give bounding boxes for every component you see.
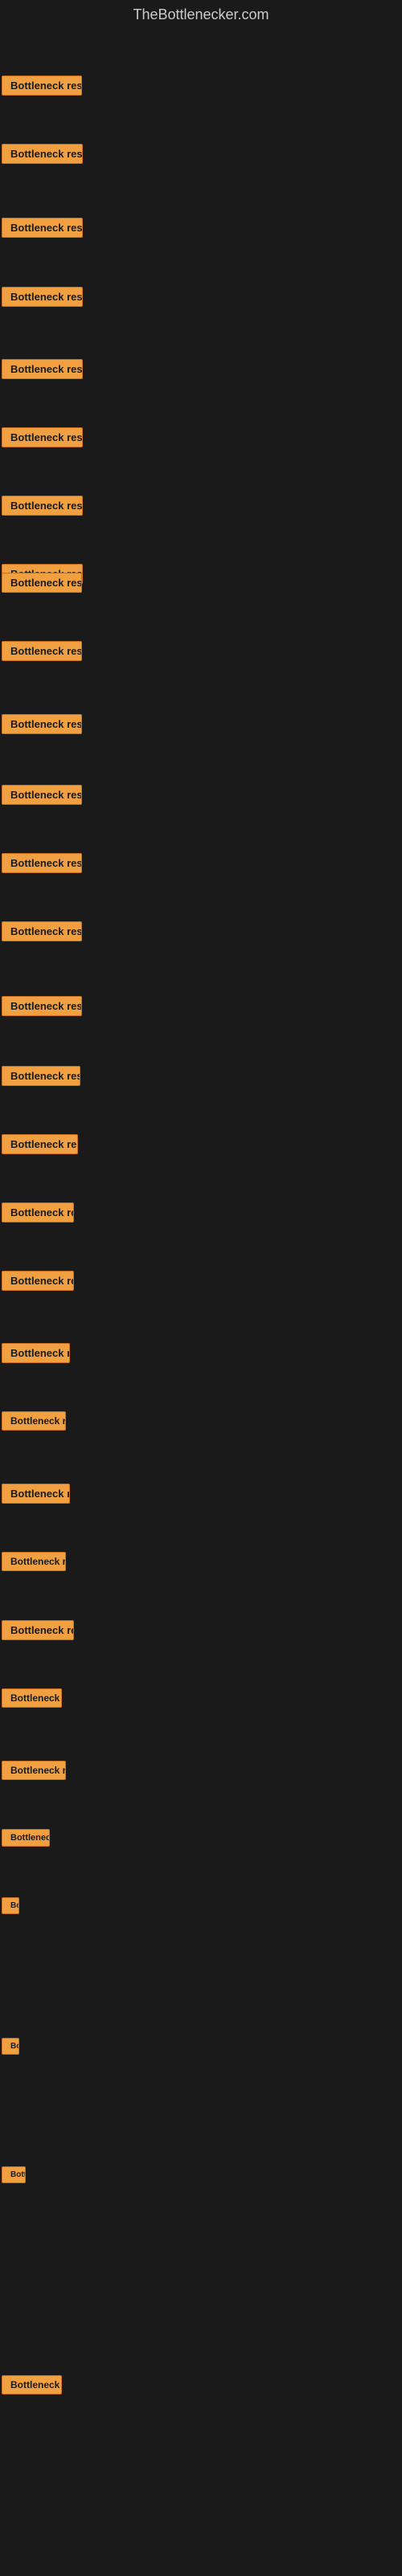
bottleneck-badge[interactable]: Bottleneck result xyxy=(2,76,82,96)
bottleneck-row: Bottleneck result xyxy=(2,287,83,311)
bottleneck-badge[interactable]: Bottleneck result xyxy=(2,1484,70,1504)
bottleneck-row: Bottleneck result xyxy=(2,76,82,100)
bottleneck-badge[interactable]: Bottleneck result xyxy=(2,359,83,379)
bottleneck-row: Bottleneck result xyxy=(2,2375,62,2398)
bottleneck-badge[interactable]: Bottleneck result xyxy=(2,1066,80,1086)
bottleneck-row: Bottleneck result xyxy=(2,996,82,1020)
bottleneck-row: Bottleneck result xyxy=(2,573,82,597)
bottleneck-row: Bottleneck result xyxy=(2,144,83,168)
bottleneck-row: Bottleneck result xyxy=(2,1620,74,1644)
bottleneck-row: Bottleneck result xyxy=(2,218,83,242)
bottleneck-row: Bottleneck result xyxy=(2,2038,19,2059)
bottleneck-badge[interactable]: Bottleneck result xyxy=(2,1271,74,1291)
bottleneck-badge[interactable]: Bottleneck result xyxy=(2,1620,74,1640)
bottleneck-badge[interactable]: Bottleneck result xyxy=(2,1897,19,1914)
bottleneck-badge[interactable]: Bottleneck result xyxy=(2,641,82,661)
bottleneck-badge[interactable]: Bottleneck result xyxy=(2,496,83,516)
bottleneck-row: Bottleneck result xyxy=(2,641,82,665)
bottleneck-badge[interactable]: Bottleneck result xyxy=(2,1134,78,1154)
bottleneck-row: Bottleneck result xyxy=(2,1484,70,1508)
bottleneck-row: Bottleneck result xyxy=(2,359,83,383)
bottleneck-row: Bottleneck result xyxy=(2,1829,50,1851)
bottleneck-row: Bottleneck result xyxy=(2,1897,19,1918)
bottleneck-row: Bottleneck result xyxy=(2,1552,66,1575)
bottleneck-row: Bottleneck result xyxy=(2,427,83,451)
bottleneck-badge[interactable]: Bottleneck result xyxy=(2,218,83,238)
bottleneck-badge[interactable]: Bottleneck result xyxy=(2,1411,66,1431)
bottleneck-row: Bottleneck result xyxy=(2,2166,26,2187)
bottleneck-row: Bottleneck result xyxy=(2,785,82,809)
bottleneck-row: Bottleneck result xyxy=(2,1688,62,1712)
bottleneck-badge[interactable]: Bottleneck result xyxy=(2,785,82,805)
bottleneck-row: Bottleneck result xyxy=(2,1343,70,1367)
bottleneck-badge[interactable]: Bottleneck result xyxy=(2,1688,62,1708)
bottleneck-badge[interactable]: Bottleneck result xyxy=(2,1552,66,1571)
bottleneck-row: Bottleneck result xyxy=(2,1066,80,1090)
bottleneck-badge[interactable]: Bottleneck result xyxy=(2,2166,26,2183)
bottleneck-badge[interactable]: Bottleneck result xyxy=(2,853,82,873)
bottleneck-badge[interactable]: Bottleneck result xyxy=(2,1202,74,1223)
bottleneck-badge[interactable]: Bottleneck result xyxy=(2,573,82,593)
bottleneck-row: Bottleneck result xyxy=(2,853,82,877)
bottleneck-badge[interactable]: Bottleneck result xyxy=(2,2038,19,2055)
bottleneck-row: Bottleneck result xyxy=(2,1761,66,1784)
bottleneck-row: Bottleneck result xyxy=(2,1202,74,1227)
bottleneck-badge[interactable]: Bottleneck result xyxy=(2,427,83,447)
bottleneck-badge[interactable]: Bottleneck result xyxy=(2,996,82,1016)
bottleneck-row: Bottleneck result xyxy=(2,714,82,738)
bottleneck-badge[interactable]: Bottleneck result xyxy=(2,287,83,307)
bottleneck-row: Bottleneck result xyxy=(2,921,82,945)
bottleneck-badge[interactable]: Bottleneck result xyxy=(2,1761,66,1780)
bottleneck-badge[interactable]: Bottleneck result xyxy=(2,1343,70,1363)
bottleneck-badge[interactable]: Bottleneck result xyxy=(2,714,82,734)
bottleneck-badge[interactable]: Bottleneck result xyxy=(2,144,83,164)
bottleneck-row: Bottleneck result xyxy=(2,1271,74,1295)
bottleneck-row: Bottleneck result xyxy=(2,1411,66,1435)
bottleneck-badge[interactable]: Bottleneck result xyxy=(2,2375,62,2394)
bottleneck-row: Bottleneck result xyxy=(2,496,83,520)
bottleneck-badge[interactable]: Bottleneck result xyxy=(2,921,82,941)
bottleneck-row: Bottleneck result xyxy=(2,1134,78,1158)
site-title: TheBottlenecker.com xyxy=(0,0,402,30)
bottleneck-badge[interactable]: Bottleneck result xyxy=(2,1829,50,1847)
